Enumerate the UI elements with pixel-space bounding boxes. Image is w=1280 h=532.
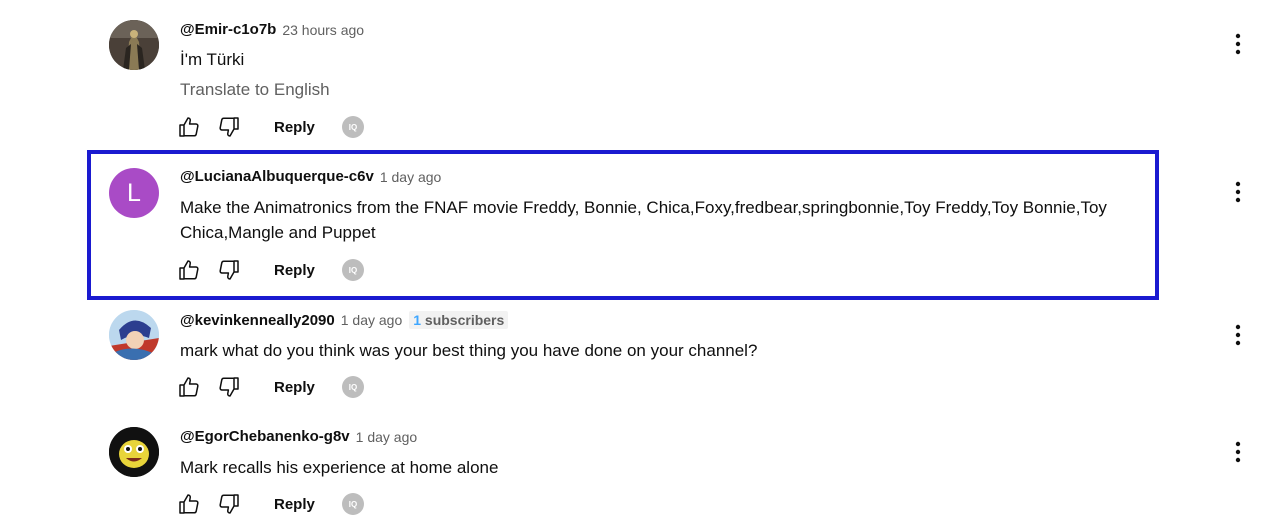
comment-actions: Reply IQ (176, 114, 364, 140)
author-name[interactable]: @Emir-c1o7b (180, 21, 276, 38)
reply-button[interactable]: Reply (274, 262, 315, 279)
more-vert-icon[interactable] (1226, 32, 1250, 56)
avatar[interactable]: L (109, 168, 159, 218)
iq-icon[interactable]: IQ (341, 376, 364, 398)
iq-icon[interactable]: IQ (341, 493, 364, 515)
svg-text:IQ: IQ (349, 123, 357, 132)
more-vert-icon[interactable] (1226, 180, 1250, 204)
subscribers-badge: 1 subscribers (409, 311, 509, 329)
thumb-down-icon[interactable] (216, 257, 242, 283)
reply-button[interactable]: Reply (274, 496, 315, 513)
avatar[interactable] (109, 20, 159, 70)
author-name[interactable]: @LucianaAlbuquerque-c6v (180, 168, 374, 185)
comment-time[interactable]: 1 day ago (380, 169, 442, 185)
comment-actions: Reply IQ (176, 491, 364, 517)
comment-time[interactable]: 23 hours ago (282, 22, 364, 38)
comment-header: @EgorChebanenko-g8v 1 day ago (180, 428, 417, 445)
comment-time[interactable]: 1 day ago (341, 312, 403, 328)
comment-time[interactable]: 1 day ago (356, 429, 418, 445)
iq-icon[interactable]: IQ (341, 116, 364, 138)
more-vert-icon[interactable] (1226, 323, 1250, 347)
avatar-letter: L (127, 178, 141, 207)
comment-text: İ'm Türki (180, 50, 245, 69)
iq-icon[interactable]: IQ (341, 259, 364, 281)
thumb-up-icon[interactable] (176, 374, 202, 400)
comment-actions: Reply IQ (176, 257, 364, 283)
comment-text: Mark recalls his experience at home alon… (180, 458, 499, 477)
svg-text:IQ: IQ (349, 383, 357, 392)
translate-link[interactable]: Translate to English (180, 80, 330, 100)
comment-header: @LucianaAlbuquerque-c6v 1 day ago (180, 168, 441, 185)
reply-button[interactable]: Reply (274, 379, 315, 396)
comment-text: Make the Animatronics from the FNAF movi… (180, 198, 1107, 242)
thumb-down-icon[interactable] (216, 491, 242, 517)
svg-text:IQ: IQ (349, 266, 357, 275)
svg-text:IQ: IQ (349, 500, 357, 509)
reply-button[interactable]: Reply (274, 119, 315, 136)
subscribers-count: 1 (413, 312, 422, 328)
avatar[interactable] (109, 310, 159, 360)
comment-header: @kevinkenneally2090 1 day ago 1 subscrib… (180, 311, 509, 329)
thumb-down-icon[interactable] (216, 374, 242, 400)
comment-header: @Emir-c1o7b 23 hours ago (180, 21, 364, 38)
comment-text: mark what do you think was your best thi… (180, 341, 758, 360)
thumb-down-icon[interactable] (216, 114, 242, 140)
author-name[interactable]: @kevinkenneally2090 (180, 312, 335, 329)
thumb-up-icon[interactable] (176, 257, 202, 283)
subscribers-label: subscribers (424, 312, 505, 328)
author-name[interactable]: @EgorChebanenko-g8v (180, 428, 350, 445)
avatar[interactable] (109, 427, 159, 477)
more-vert-icon[interactable] (1226, 440, 1250, 464)
thumb-up-icon[interactable] (176, 491, 202, 517)
thumb-up-icon[interactable] (176, 114, 202, 140)
comment-actions: Reply IQ (176, 374, 364, 400)
